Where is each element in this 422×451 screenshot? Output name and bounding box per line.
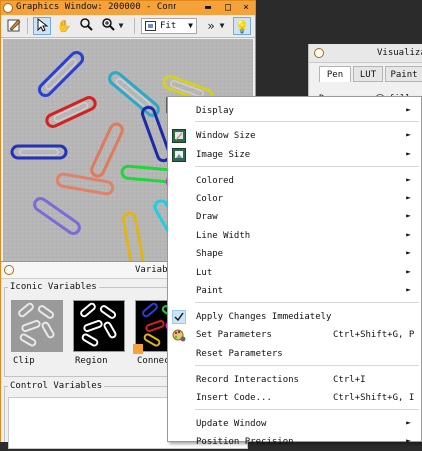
palette-gear-icon xyxy=(172,328,186,342)
zoom-dropdown-icon[interactable]: ▼ xyxy=(117,17,125,35)
menu-item-label: Image Size xyxy=(196,150,251,160)
menu-item-label: Reset Parameters xyxy=(196,349,283,359)
menu-item-label: Paint xyxy=(196,286,224,296)
menu-item-label: Set Parameters xyxy=(196,330,272,340)
zoom-select[interactable]: Fit ▼ xyxy=(141,18,197,34)
magnifier-icon[interactable] xyxy=(77,17,95,35)
region-thumbnail xyxy=(73,300,125,352)
control-variables-header: Control Variables xyxy=(8,381,105,391)
menu-item-shortcut: Ctrl+Shift+G, P xyxy=(333,330,415,340)
menu-item-label: Record Interactions xyxy=(196,375,299,385)
graphics-toolbar: ✋ ▼ Fit ▼ » ▼ 💡 xyxy=(1,15,255,38)
menu-item-image-size[interactable]: Image Size ► xyxy=(169,146,421,164)
maximize-icon[interactable]: □ xyxy=(221,2,235,14)
submenu-arrow-icon: ► xyxy=(406,248,411,257)
iconic-variable-label: Region xyxy=(75,356,108,366)
menu-item-label: Position Precision xyxy=(196,437,294,447)
submenu-arrow-icon: ► xyxy=(406,149,411,158)
menu-item-label: Line Width xyxy=(196,231,251,241)
image-size-icon xyxy=(172,148,186,162)
more-tools-dropdown-icon[interactable]: ▼ xyxy=(217,17,227,35)
more-tools-button[interactable]: » xyxy=(205,17,217,35)
menu-separator xyxy=(195,365,419,366)
submenu-arrow-icon: ► xyxy=(406,130,411,139)
menu-item-shape[interactable]: Shape ► xyxy=(169,245,421,263)
menu-item-label: Draw xyxy=(196,212,218,222)
submenu-arrow-icon: ► xyxy=(406,436,411,445)
toolbar-separator xyxy=(27,18,28,34)
menu-item-insert-code[interactable]: Insert Code... Ctrl+Shift+G, I xyxy=(169,389,421,407)
iconic-variables-header: Iconic Variables xyxy=(8,282,99,292)
visualization-title: Visualiza xyxy=(377,48,422,58)
menu-item-color[interactable]: Color ► xyxy=(169,190,421,208)
menu-separator xyxy=(195,121,419,122)
halcon-app-icon xyxy=(314,48,324,58)
menu-item-reset-parameters[interactable]: Reset Parameters xyxy=(169,345,421,363)
menu-item-label: Color xyxy=(196,194,224,204)
iconic-variable-label: Clip xyxy=(13,356,35,366)
lightbulb-icon[interactable]: 💡 xyxy=(233,17,251,35)
halcon-app-icon xyxy=(4,265,14,275)
submenu-arrow-icon: ► xyxy=(406,193,411,202)
window-size-icon xyxy=(172,129,186,143)
menu-separator xyxy=(195,409,419,410)
menu-item-paint[interactable]: Paint ► xyxy=(169,282,421,300)
draw-pen-icon[interactable] xyxy=(5,17,23,35)
clip-thumbnail xyxy=(11,300,63,352)
tab-lut[interactable]: LUT xyxy=(353,66,383,82)
tab-paint[interactable]: Paint xyxy=(385,66,422,82)
menu-item-label: Lut xyxy=(196,268,213,278)
toolbar-separator xyxy=(134,18,135,34)
menu-item-label: Shape xyxy=(196,249,224,259)
submenu-arrow-icon: ► xyxy=(406,105,411,114)
context-menu: Display ► Window Size ► Image Size ► Col… xyxy=(167,96,422,447)
tab-pen[interactable]: Pen xyxy=(319,66,351,82)
displayed-badge-icon xyxy=(133,344,143,354)
zoom-in-icon[interactable] xyxy=(99,17,117,35)
submenu-arrow-icon: ► xyxy=(406,230,411,239)
menu-item-draw[interactable]: Draw ► xyxy=(169,208,421,226)
menu-item-label: Display xyxy=(196,106,234,116)
menu-item-label: Colored xyxy=(196,176,234,186)
menu-separator xyxy=(195,166,419,167)
menu-item-label: Insert Code... xyxy=(196,393,272,403)
submenu-arrow-icon: ► xyxy=(406,285,411,294)
pointer-icon[interactable] xyxy=(33,17,51,35)
menu-item-label: Window Size xyxy=(196,131,256,141)
graphics-window-titlebar[interactable]: Graphics Window: 200000 - Conn ▬ □ × xyxy=(1,1,255,15)
menu-item-colored[interactable]: Colored ► xyxy=(169,172,421,190)
iconic-variable-region[interactable]: Region xyxy=(71,300,126,370)
menu-separator xyxy=(195,302,419,303)
chevron-down-icon: ▼ xyxy=(188,21,193,30)
checkmark-icon xyxy=(172,310,186,324)
menu-item-label: Update Window xyxy=(196,419,267,429)
menu-item-set-parameters[interactable]: Set Parameters Ctrl+Shift+G, P xyxy=(169,326,421,344)
halcon-app-icon xyxy=(3,3,13,13)
menu-item-line-width[interactable]: Line Width ► xyxy=(169,227,421,245)
pan-hand-icon[interactable]: ✋ xyxy=(55,17,73,35)
menu-item-window-size[interactable]: Window Size ► xyxy=(169,127,421,145)
submenu-arrow-icon: ► xyxy=(406,267,411,276)
submenu-arrow-icon: ► xyxy=(406,418,411,427)
menu-item-label: Apply Changes Immediately xyxy=(196,312,332,322)
zoom-select-value: Fit xyxy=(160,21,177,31)
menu-item-update-window[interactable]: Update Window ► xyxy=(169,415,421,433)
menu-item-apply-changes-immediately[interactable]: Apply Changes Immediately xyxy=(169,308,421,326)
submenu-arrow-icon: ► xyxy=(406,211,411,220)
variables-title: Variab xyxy=(135,265,168,275)
menu-item-record-interactions[interactable]: Record Interactions Ctrl+I xyxy=(169,371,421,389)
close-icon[interactable]: × xyxy=(239,2,253,14)
menu-item-shortcut: Ctrl+I xyxy=(333,375,366,385)
menu-item-position-precision[interactable]: Position Precision ► xyxy=(169,433,421,451)
menu-item-shortcut: Ctrl+Shift+G, I xyxy=(333,393,415,403)
graphics-window-title: Graphics Window: 200000 - Conn xyxy=(16,2,176,12)
visualization-titlebar[interactable]: Visualiza xyxy=(309,44,422,63)
iconic-variable-clip[interactable]: Clip xyxy=(9,300,64,370)
menu-item-display[interactable]: Display ► xyxy=(169,102,421,120)
fit-window-icon xyxy=(145,21,156,31)
submenu-arrow-icon: ► xyxy=(406,175,411,184)
menu-item-lut[interactable]: Lut ► xyxy=(169,264,421,282)
minimize-icon[interactable]: ▬ xyxy=(201,2,215,14)
